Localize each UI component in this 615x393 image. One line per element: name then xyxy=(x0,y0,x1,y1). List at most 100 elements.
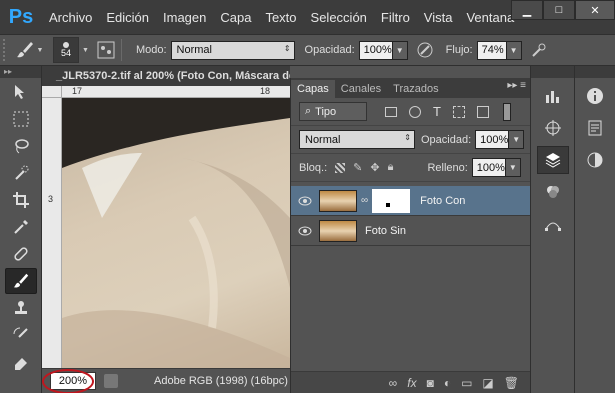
tool-preset-picker[interactable]: ▼ xyxy=(9,38,49,62)
add-mask-icon[interactable]: ◙ xyxy=(427,376,434,390)
brush-size-picker[interactable]: 54 xyxy=(53,37,79,63)
filter-image-icon[interactable] xyxy=(385,106,397,117)
close-button[interactable]: ✕ xyxy=(575,0,615,20)
ruler-origin[interactable] xyxy=(42,86,62,98)
opacity-dropdown-button[interactable]: ▼ xyxy=(392,40,408,60)
eraser-tool[interactable] xyxy=(5,349,37,375)
layer-thumbnail[interactable] xyxy=(319,189,357,212)
menu-texto[interactable]: Texto xyxy=(258,10,303,25)
fill-input[interactable]: 100% xyxy=(471,158,506,177)
layer-opacity-input[interactable]: 100% xyxy=(475,130,510,149)
minimize-button[interactable]: ▁ xyxy=(511,0,543,20)
filter-adjustment-icon[interactable] xyxy=(409,105,421,118)
layer-style-icon[interactable]: fx xyxy=(407,376,416,390)
color-profile: Adobe RGB (1998) (16bpc) xyxy=(154,375,288,387)
menu-filtro[interactable]: Filtro xyxy=(374,10,417,25)
lock-pixels-icon[interactable]: ✎ xyxy=(353,161,362,174)
dock-collapse-icon[interactable] xyxy=(531,66,574,78)
layers-panel-button[interactable] xyxy=(536,146,569,174)
lock-fill-row: Bloq.: ✎ ✥ 🔒︎ Relleno: 100% ▼ xyxy=(291,154,530,182)
properties-panel-button[interactable] xyxy=(579,114,611,142)
lock-all-icon[interactable]: 🔒︎ xyxy=(388,161,394,174)
fill-dropdown[interactable]: ▼ xyxy=(505,158,521,177)
quick-selection-tool[interactable] xyxy=(5,160,37,186)
document-tab[interactable]: _JLR5370-2.tif al 200% (Foto Con, Máscar… xyxy=(42,66,290,86)
layer-opacity-dropdown[interactable]: ▼ xyxy=(509,130,525,149)
visibility-eye-icon[interactable] xyxy=(291,226,319,236)
info-panel-button[interactable] xyxy=(579,82,611,110)
new-group-icon[interactable]: ▭ xyxy=(461,376,472,390)
new-layer-icon[interactable]: ◪ xyxy=(482,376,493,390)
visibility-eye-icon[interactable] xyxy=(291,196,319,206)
link-layers-icon[interactable]: ∞ xyxy=(389,376,398,390)
status-info-icon[interactable] xyxy=(104,374,118,388)
crop-tool[interactable] xyxy=(5,187,37,213)
tab-canales[interactable]: Canales xyxy=(335,80,387,98)
menu-vista[interactable]: Vista xyxy=(417,10,460,25)
flow-dropdown-button[interactable]: ▼ xyxy=(506,40,522,60)
brush-size-value: 54 xyxy=(60,48,71,58)
channels-panel-button[interactable] xyxy=(537,178,569,206)
ruler-tick-label: 17 xyxy=(72,86,83,96)
brush-panel-toggle[interactable] xyxy=(95,39,117,61)
filter-shape-icon[interactable] xyxy=(452,105,465,118)
layer-filter-select[interactable]: ⌕ Tipo xyxy=(299,102,367,121)
filter-toggle-switch[interactable] xyxy=(502,102,511,121)
chevron-down-icon[interactable]: ▼ xyxy=(82,47,89,54)
mode-select[interactable]: Normal ⇕ xyxy=(170,40,295,60)
stamp-icon xyxy=(15,301,27,314)
move-icon xyxy=(15,85,24,99)
tab-trazados[interactable]: Trazados xyxy=(387,80,444,98)
menu-capa[interactable]: Capa xyxy=(213,10,258,25)
layer-name[interactable]: Foto Sin xyxy=(365,225,406,237)
filter-smart-object-icon[interactable] xyxy=(476,105,489,118)
layer-row[interactable]: ∞ Foto Con xyxy=(291,186,530,216)
navigator-panel-button[interactable] xyxy=(537,114,569,142)
layer-thumbnail[interactable] xyxy=(319,219,357,242)
ruler-horizontal[interactable]: 17 18 xyxy=(62,86,290,98)
history-brush-tool[interactable] xyxy=(5,322,37,348)
toolbox-collapse-icon[interactable]: ▸▸ xyxy=(0,66,41,78)
layer-mask-thumbnail[interactable] xyxy=(372,188,411,213)
histogram-panel-button[interactable] xyxy=(537,82,569,110)
healing-brush-tool[interactable] xyxy=(5,241,37,267)
move-tool[interactable] xyxy=(5,79,37,105)
clone-stamp-tool[interactable] xyxy=(5,295,37,321)
dock-collapse-icon[interactable] xyxy=(575,66,615,78)
toolbox: ▸▸ xyxy=(0,66,42,393)
image-canvas[interactable] xyxy=(62,98,290,368)
filter-type-icon[interactable]: T xyxy=(433,104,441,119)
adjustments-panel-button[interactable] xyxy=(579,146,611,174)
ruler-vertical[interactable]: 3 xyxy=(42,98,62,368)
panel-menu-icon[interactable]: ▸▸ ≡ xyxy=(507,80,526,91)
blend-mode-select[interactable]: Normal ⇕ xyxy=(299,130,415,149)
eyedropper-tool[interactable] xyxy=(5,214,37,240)
ruler-tick-label: 3 xyxy=(48,194,54,204)
menu-seleccion[interactable]: Selección xyxy=(304,10,374,25)
marquee-tool[interactable] xyxy=(5,106,37,132)
tab-capas[interactable]: Capas xyxy=(291,80,335,98)
properties-icon xyxy=(588,120,602,136)
menu-archivo[interactable]: Archivo xyxy=(42,10,99,25)
opacity-input[interactable]: 100% xyxy=(358,40,393,60)
separator xyxy=(120,39,122,61)
paths-panel-button[interactable] xyxy=(537,210,569,238)
airbrush-toggle[interactable] xyxy=(528,39,550,61)
lasso-tool[interactable] xyxy=(5,133,37,159)
chain-link-icon[interactable]: ∞ xyxy=(361,195,368,206)
flow-input[interactable]: 74% xyxy=(476,40,507,60)
airbrush-icon xyxy=(531,43,546,57)
delete-layer-icon[interactable]: 🗑︎ xyxy=(504,376,519,390)
adjustment-layer-icon[interactable]: ◐ xyxy=(444,376,451,390)
maximize-button[interactable]: □ xyxy=(543,0,575,20)
pressure-opacity-toggle[interactable] xyxy=(414,39,436,61)
lock-position-icon[interactable]: ✥ xyxy=(370,161,379,174)
histogram-icon xyxy=(545,91,559,103)
layer-row[interactable]: Foto Sin xyxy=(291,216,530,246)
menu-edicion[interactable]: Edición xyxy=(99,10,156,25)
layers-icon xyxy=(545,153,560,168)
layer-name[interactable]: Foto Con xyxy=(420,195,465,207)
lock-transparency-icon[interactable] xyxy=(335,162,346,173)
menu-imagen[interactable]: Imagen xyxy=(156,10,213,25)
brush-tool[interactable] xyxy=(5,268,37,294)
